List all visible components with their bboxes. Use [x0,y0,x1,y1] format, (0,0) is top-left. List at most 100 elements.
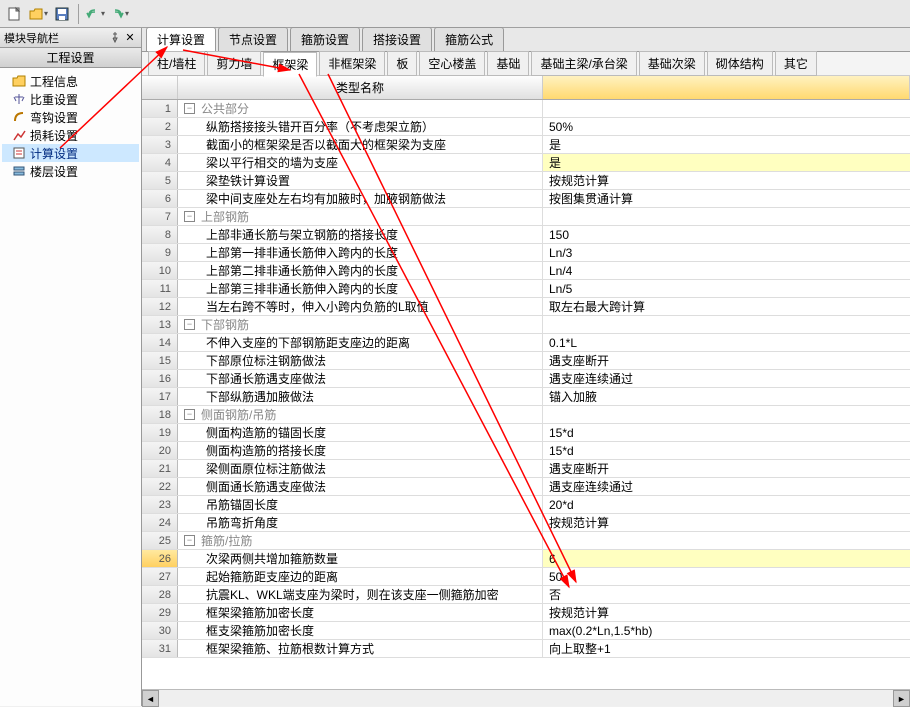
subtab-9[interactable]: 砌体结构 [707,51,773,76]
row-value-cell[interactable] [543,208,910,225]
table-row[interactable]: 8上部非通长筋与架立钢筋的搭接长度150 [142,226,910,244]
save-icon[interactable] [52,4,72,24]
row-value-cell[interactable]: 20*d [543,496,910,513]
sidebar-item-1[interactable]: 比重设置 [2,90,139,108]
row-value-cell[interactable]: 按图集贯通计算 [543,190,910,207]
row-value-cell[interactable]: Ln/4 [543,262,910,279]
table-row[interactable]: 11上部第三排非通长筋伸入跨内的长度Ln/5 [142,280,910,298]
table-row[interactable]: 30框支梁箍筋加密长度max(0.2*Ln,1.5*hb) [142,622,910,640]
subtab-8[interactable]: 基础次梁 [639,51,705,76]
row-value-cell[interactable]: Ln/5 [543,280,910,297]
scroll-right-icon[interactable]: ► [893,690,910,707]
row-value-cell[interactable]: 是 [543,154,910,171]
table-row[interactable]: 1−公共部分 [142,100,910,118]
subtab-3[interactable]: 非框架梁 [319,51,385,76]
table-row[interactable]: 15下部原位标注钢筋做法遇支座断开 [142,352,910,370]
table-row[interactable]: 26次梁两侧共增加箍筋数量6 [142,550,910,568]
row-value-cell[interactable] [543,532,910,549]
table-row[interactable]: 5梁垫铁计算设置按规范计算 [142,172,910,190]
row-value-cell[interactable] [543,406,910,423]
row-name: 下部通长筋遇支座做法 [206,370,326,387]
table-row[interactable]: 23吊筋锚固长度20*d [142,496,910,514]
sidebar-item-5[interactable]: 楼层设置 [2,162,139,180]
row-value-cell[interactable]: 遇支座断开 [543,352,910,369]
row-value-cell[interactable]: 0.1*L [543,334,910,351]
row-value-cell[interactable] [543,316,910,333]
table-row[interactable]: 18−侧面钢筋/吊筋 [142,406,910,424]
row-value-cell[interactable]: 遇支座连续通过 [543,478,910,495]
tab-4[interactable]: 箍筋公式 [434,27,504,51]
subtab-0[interactable]: 柱/墙柱 [148,51,205,76]
table-row[interactable]: 12当左右跨不等时，伸入小跨内负筋的L取值取左右最大跨计算 [142,298,910,316]
collapse-icon[interactable]: − [184,535,195,546]
tab-0[interactable]: 计算设置 [146,27,216,51]
sidebar-item-3[interactable]: 损耗设置 [2,126,139,144]
subtab-10[interactable]: 其它 [775,51,817,76]
table-row[interactable]: 9上部第一排非通长筋伸入跨内的长度Ln/3 [142,244,910,262]
sidebar-item-4[interactable]: 计算设置 [2,144,139,162]
row-value-cell[interactable] [543,100,910,117]
sidebar-item-0[interactable]: 工程信息 [2,72,139,90]
collapse-icon[interactable]: − [184,409,195,420]
table-row[interactable]: 10上部第二排非通长筋伸入跨内的长度Ln/4 [142,262,910,280]
row-value-cell[interactable]: 50% [543,118,910,135]
row-value-cell[interactable]: 50 [543,568,910,585]
row-value-cell[interactable]: 锚入加腋 [543,388,910,405]
row-value-cell[interactable]: Ln/3 [543,244,910,261]
table-row[interactable]: 24吊筋弯折角度按规范计算 [142,514,910,532]
new-file-icon[interactable] [4,4,24,24]
table-row[interactable]: 21梁侧面原位标注筋做法遇支座断开 [142,460,910,478]
table-row[interactable]: 17下部纵筋遇加腋做法锚入加腋 [142,388,910,406]
tab-1[interactable]: 节点设置 [218,27,288,51]
redo-icon[interactable]: ▾ [109,4,129,24]
table-row[interactable]: 28抗震KL、WKL端支座为梁时，则在该支座一侧箍筋加密否 [142,586,910,604]
table-row[interactable]: 29框架梁箍筋加密长度按规范计算 [142,604,910,622]
tab-3[interactable]: 搭接设置 [362,27,432,51]
subtab-4[interactable]: 板 [387,51,417,76]
table-row[interactable]: 4梁以平行相交的墙为支座是 [142,154,910,172]
row-value-cell[interactable]: 是 [543,136,910,153]
sidebar-item-2[interactable]: 弯钩设置 [2,108,139,126]
row-value-cell[interactable]: 150 [543,226,910,243]
collapse-icon[interactable]: − [184,103,195,114]
table-row[interactable]: 20侧面构造筋的搭接长度15*d [142,442,910,460]
table-row[interactable]: 27起始箍筋距支座边的距离50 [142,568,910,586]
row-value-cell[interactable]: 按规范计算 [543,514,910,531]
undo-icon[interactable]: ▾ [85,4,105,24]
row-value-cell[interactable]: 6 [543,550,910,567]
collapse-icon[interactable]: − [184,319,195,330]
table-row[interactable]: 25−箍筋/拉筋 [142,532,910,550]
table-row[interactable]: 6梁中间支座处左右均有加腋时，加腋钢筋做法按图集贯通计算 [142,190,910,208]
table-row[interactable]: 13−下部钢筋 [142,316,910,334]
subtab-5[interactable]: 空心楼盖 [419,51,485,76]
row-value-cell[interactable]: 15*d [543,424,910,441]
pin-icon[interactable] [109,31,123,45]
open-file-icon[interactable]: ▾ [28,4,48,24]
table-row[interactable]: 7−上部钢筋 [142,208,910,226]
row-value-cell[interactable]: 按规范计算 [543,172,910,189]
table-row[interactable]: 22侧面通长筋遇支座做法遇支座连续通过 [142,478,910,496]
collapse-icon[interactable]: − [184,211,195,222]
subtab-6[interactable]: 基础 [487,51,529,76]
row-value-cell[interactable]: 否 [543,586,910,603]
table-row[interactable]: 3截面小的框架梁是否以截面大的框架梁为支座是 [142,136,910,154]
row-value-cell[interactable]: 15*d [543,442,910,459]
row-value-cell[interactable]: 遇支座断开 [543,460,910,477]
table-row[interactable]: 16下部通长筋遇支座做法遇支座连续通过 [142,370,910,388]
row-value-cell[interactable]: 向上取整+1 [543,640,910,657]
row-value-cell[interactable]: 取左右最大跨计算 [543,298,910,315]
close-icon[interactable]: ✕ [123,31,137,45]
subtab-1[interactable]: 剪力墙 [207,51,261,76]
subtab-7[interactable]: 基础主梁/承台梁 [531,51,636,76]
row-value-cell[interactable]: 按规范计算 [543,604,910,621]
row-value-cell[interactable]: 遇支座连续通过 [543,370,910,387]
subtab-2[interactable]: 框架梁 [263,52,317,77]
table-row[interactable]: 19侧面构造筋的锚固长度15*d [142,424,910,442]
horizontal-scrollbar[interactable]: ◄ ► [142,689,910,706]
row-value-cell[interactable]: max(0.2*Ln,1.5*hb) [543,622,910,639]
scroll-left-icon[interactable]: ◄ [142,690,159,707]
table-row[interactable]: 2纵筋搭接接头错开百分率（不考虑架立筋）50% [142,118,910,136]
table-row[interactable]: 14不伸入支座的下部钢筋距支座边的距离0.1*L [142,334,910,352]
table-row[interactable]: 31框架梁箍筋、拉筋根数计算方式向上取整+1 [142,640,910,658]
tab-2[interactable]: 箍筋设置 [290,27,360,51]
